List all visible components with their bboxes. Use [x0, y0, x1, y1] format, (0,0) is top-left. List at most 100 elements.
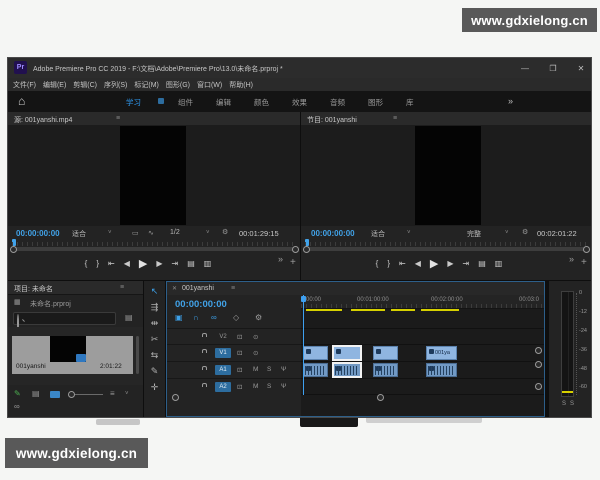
- sort-icon[interactable]: ≡: [110, 389, 115, 398]
- timeline-settings-wrench-icon[interactable]: ⚙: [255, 313, 262, 322]
- program-timecode[interactable]: 00:00:00:00: [311, 229, 355, 238]
- track-scroll-handle[interactable]: [535, 383, 542, 390]
- timeline-ruler[interactable]: 00:00 00:01:00:00 00:02:00:00 00:03:0: [301, 295, 544, 309]
- audio-clip[interactable]: [373, 363, 398, 377]
- source-more-icon[interactable]: »: [278, 254, 283, 264]
- menu-edit[interactable]: 编辑(E): [43, 80, 66, 90]
- mute-button[interactable]: M: [253, 366, 258, 373]
- program-fit-select[interactable]: 适合: [371, 229, 385, 239]
- timeline-timecode[interactable]: 00:00:00:00: [175, 299, 227, 310]
- audio-clip[interactable]: [426, 363, 457, 377]
- mark-out-button[interactable]: }: [96, 259, 99, 268]
- workspace-menu-icon[interactable]: [158, 98, 164, 104]
- menu-graphics[interactable]: 图形(G): [166, 80, 190, 90]
- timeline-playhead[interactable]: [303, 295, 304, 395]
- step-back-button[interactable]: ◀: [415, 259, 421, 268]
- go-to-in-button[interactable]: ⇤: [108, 259, 115, 268]
- zoom-slider-track[interactable]: [75, 394, 103, 395]
- drag-audio-icon[interactable]: ∿: [148, 229, 154, 237]
- close-button[interactable]: ✕: [574, 64, 588, 73]
- link-media-icon[interactable]: ∞: [14, 402, 20, 411]
- menu-marker[interactable]: 标记(M): [134, 80, 159, 90]
- solo-button[interactable]: S: [562, 401, 566, 407]
- eye-icon[interactable]: ⊙: [253, 333, 258, 341]
- source-panel-tab[interactable]: 源: 001yanshi.mp4: [14, 115, 72, 125]
- timeline-hscroll-handle-left[interactable]: [172, 394, 179, 401]
- sync-lock-icon[interactable]: ⊡: [237, 333, 242, 341]
- pen-tool-icon[interactable]: ✎: [144, 366, 165, 377]
- icon-view-icon[interactable]: [50, 391, 60, 398]
- step-back-button[interactable]: ◀: [124, 259, 130, 268]
- program-scrollbar-handle-left[interactable]: [303, 246, 310, 253]
- razor-tool-icon[interactable]: ✂: [144, 334, 165, 345]
- overwrite-button[interactable]: ▥: [204, 259, 212, 268]
- extract-button[interactable]: ▥: [495, 259, 503, 268]
- eye-icon[interactable]: ⊙: [253, 349, 258, 357]
- program-timeruler[interactable]: [305, 242, 587, 246]
- source-zoom-select[interactable]: 1/2: [170, 229, 180, 236]
- timeline-playhead-handle[interactable]: [301, 296, 306, 302]
- track-label-v1[interactable]: V1: [215, 348, 231, 358]
- workspace-tab-learn[interactable]: 学习: [126, 97, 141, 108]
- workspace-tab-effects[interactable]: 效果: [292, 97, 307, 108]
- audio-clip-selected[interactable]: [333, 363, 361, 377]
- workspace-tab-libraries[interactable]: 库: [406, 97, 414, 108]
- title-bar[interactable]: Pr Adobe Premiere Pro CC 2019 - F:\文档\Ad…: [8, 58, 591, 78]
- track-scroll-handle[interactable]: [535, 347, 542, 354]
- mark-out-button[interactable]: }: [387, 259, 390, 268]
- hand-tool-icon[interactable]: ✛: [144, 382, 165, 393]
- workspace-tab-graphics[interactable]: 图形: [368, 97, 383, 108]
- source-timeruler[interactable]: [12, 242, 296, 246]
- go-to-in-button[interactable]: ⇤: [399, 259, 406, 268]
- video-clip-selected[interactable]: [333, 346, 361, 360]
- audio-clip[interactable]: [303, 363, 328, 377]
- source-panel-menu-icon[interactable]: ≡: [116, 115, 120, 122]
- workspace-tab-audio[interactable]: 音频: [330, 97, 345, 108]
- slip-tool-icon[interactable]: ⇆: [144, 350, 165, 361]
- source-fit-select[interactable]: 适合: [72, 229, 86, 239]
- drag-video-icon[interactable]: ▭: [132, 229, 139, 237]
- workspace-tab-editing[interactable]: 编辑: [216, 97, 231, 108]
- menu-window[interactable]: 窗口(W): [197, 80, 222, 90]
- source-settings-wrench-icon[interactable]: ⚙: [222, 228, 228, 236]
- source-scrollbar-handle-right[interactable]: [292, 246, 299, 253]
- menu-sequence[interactable]: 序列(S): [104, 80, 127, 90]
- search-input[interactable]: [13, 312, 116, 333]
- minimize-button[interactable]: —: [518, 64, 532, 73]
- track-scroll-handle[interactable]: [535, 361, 542, 368]
- nest-sequence-icon[interactable]: ▣: [175, 313, 183, 322]
- project-file-label[interactable]: 未命名.prproj: [30, 299, 71, 309]
- ripple-edit-tool-icon[interactable]: ⇹: [144, 318, 165, 329]
- program-scrollbar-handle-right[interactable]: [583, 246, 590, 253]
- linked-selection-icon[interactable]: ∞: [211, 313, 217, 322]
- video-clip[interactable]: [373, 346, 398, 360]
- program-settings-wrench-icon[interactable]: ⚙: [522, 228, 528, 236]
- zoom-slider-handle[interactable]: [68, 391, 75, 398]
- timeline-tab[interactable]: 001yanshi: [182, 285, 214, 292]
- go-to-out-button[interactable]: ⇥: [463, 259, 470, 268]
- program-quality-select[interactable]: 完整: [467, 229, 481, 239]
- folder-icon[interactable]: ▤: [125, 313, 133, 322]
- step-forward-button[interactable]: ▶: [156, 259, 162, 268]
- track-select-tool-icon[interactable]: ⇶: [144, 302, 165, 313]
- sync-lock-icon[interactable]: ⊡: [237, 366, 242, 374]
- menu-file[interactable]: 文件(F): [13, 80, 36, 90]
- go-to-out-button[interactable]: ⇥: [172, 259, 179, 268]
- timeline-hscroll-handle-right[interactable]: [377, 394, 384, 401]
- menu-clip[interactable]: 剪辑(C): [73, 80, 97, 90]
- mic-icon[interactable]: Ψ: [281, 383, 286, 390]
- solo-button[interactable]: S: [267, 383, 271, 390]
- source-add-button-icon[interactable]: +: [290, 257, 296, 268]
- video-clip[interactable]: [303, 346, 328, 360]
- source-scrollbar-handle-left[interactable]: [10, 246, 17, 253]
- source-video-frame[interactable]: [120, 126, 186, 225]
- source-timecode[interactable]: 00:00:00:00: [16, 229, 60, 238]
- menu-help[interactable]: 帮助(H): [229, 80, 253, 90]
- project-panel-tab[interactable]: 项目: 未命名: [14, 284, 53, 294]
- project-scrollbar[interactable]: [136, 336, 139, 374]
- insert-button[interactable]: ▤: [187, 259, 195, 268]
- program-add-button-icon[interactable]: +: [581, 257, 587, 268]
- track-label-a2[interactable]: A2: [215, 382, 231, 392]
- source-scrollbar[interactable]: [12, 247, 296, 251]
- play-button[interactable]: ▶: [139, 257, 147, 270]
